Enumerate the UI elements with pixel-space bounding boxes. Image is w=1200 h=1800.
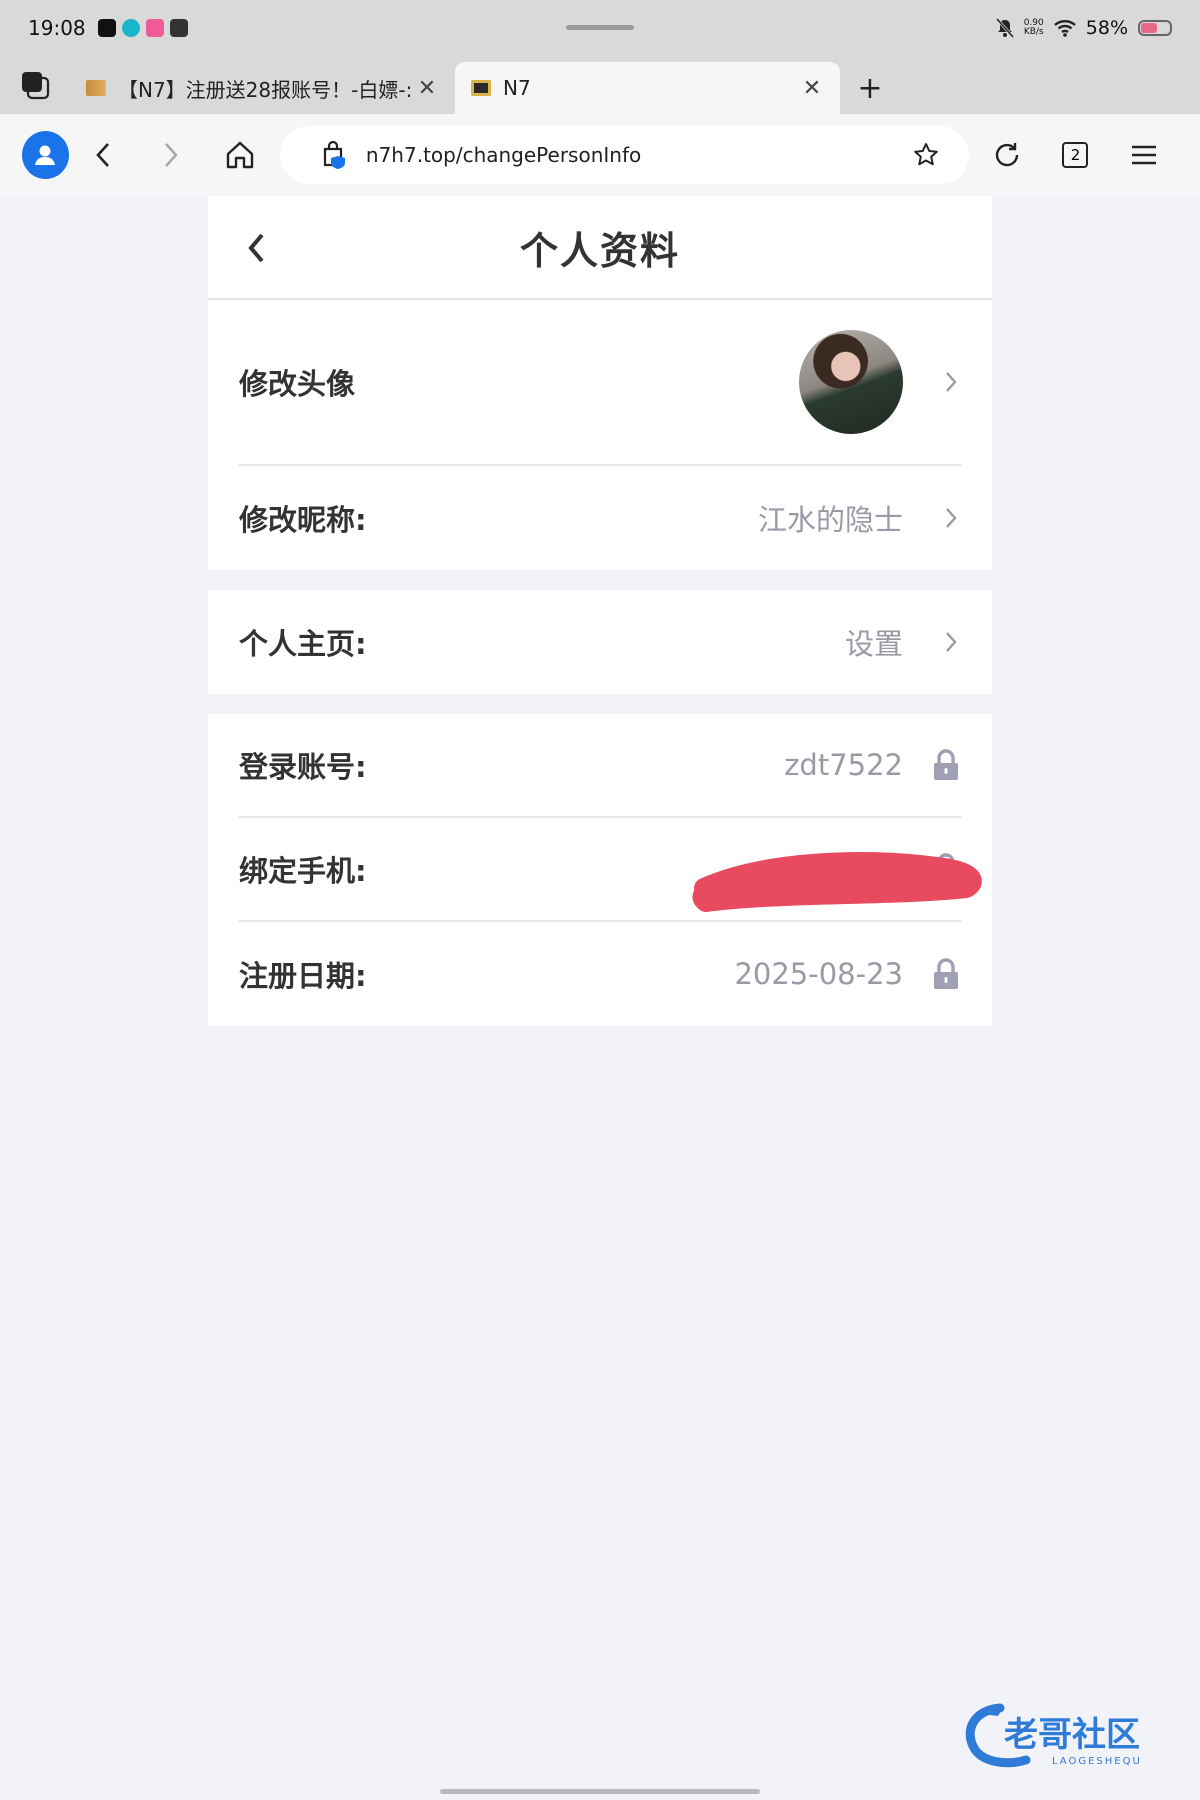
reload-icon — [995, 143, 1019, 167]
tab-close-icon[interactable]: ✕ — [415, 76, 439, 101]
row-label: 修改头像 — [239, 367, 356, 401]
tab-overview-icon — [22, 72, 50, 100]
row-label: 个人主页: — [239, 627, 367, 661]
plus-icon: + — [857, 70, 883, 106]
lock-icon — [931, 958, 961, 990]
svg-text:老哥社区: 老哥社区 — [1004, 1715, 1140, 1755]
network-speed: 0.90 KB/s — [1024, 19, 1044, 37]
page-header: 个人资料 — [208, 196, 992, 300]
row-label: 绑定手机: — [239, 854, 367, 888]
battery-percent: 58% — [1085, 17, 1128, 39]
login-account-row: 登录账号: zdt7522 — [239, 714, 961, 818]
forward-button[interactable] — [137, 125, 205, 185]
svg-text:LAOGESHEQU: LAOGESHEQU — [1052, 1756, 1142, 1767]
home-button[interactable] — [206, 125, 274, 185]
mute-bell-icon — [995, 18, 1014, 38]
chevron-right-icon — [941, 371, 961, 393]
lock-icon — [931, 749, 961, 781]
status-time: 19:08 — [28, 16, 86, 40]
profile-card-basic: 修改头像 修改昵称: 江水的隐士 — [208, 300, 992, 570]
chevron-right-icon — [165, 143, 179, 167]
register-date-row: 注册日期: 2025-08-23 — [239, 922, 961, 1026]
change-avatar-row[interactable]: 修改头像 — [239, 300, 961, 466]
wifi-icon — [1053, 20, 1076, 37]
homepage-value: 设置 — [844, 627, 903, 661]
browser-notification-icon — [121, 19, 140, 37]
tab-close-icon[interactable]: ✕ — [800, 76, 824, 101]
battery-fill — [1141, 23, 1158, 33]
row-label: 修改昵称: — [239, 503, 367, 537]
browser-toolbar: n7h7.top/changePersonInfo 2 — [0, 114, 1200, 196]
menu-button[interactable] — [1110, 125, 1178, 185]
security-shield-icon — [323, 140, 345, 169]
page-back-button[interactable] — [234, 226, 278, 270]
hamburger-menu-icon — [1131, 145, 1156, 165]
row-label: 注册日期: — [239, 959, 367, 993]
profile-card-homepage: 个人主页: 设置 — [208, 590, 992, 694]
address-bar[interactable]: n7h7.top/changePersonInfo — [279, 126, 969, 184]
reload-button[interactable] — [973, 125, 1041, 185]
tab-title: 【N7】注册送28报账号！-白嫖-: — [118, 77, 413, 102]
tab-count: 2 — [1062, 142, 1089, 168]
profile-page: 个人资料 修改头像 修改昵称: 江水的隐士 个人主页: 设置 登录账号: zdt… — [208, 196, 992, 1800]
video-app-notification-icon — [145, 19, 164, 37]
site-watermark-logo: 老哥社区 LAOGESHEQU — [965, 1703, 1142, 1768]
row-label: 登录账号: — [239, 750, 367, 784]
back-button[interactable] — [69, 125, 137, 185]
home-icon — [226, 141, 253, 169]
chevron-right-icon — [941, 507, 961, 529]
nickname-value: 江水的隐士 — [757, 503, 903, 537]
redaction-scribble — [692, 852, 982, 912]
register-date-value: 2025-08-23 — [734, 957, 903, 991]
site-favicon-icon — [86, 80, 106, 96]
site-favicon-icon — [471, 80, 491, 96]
multitask-grabber[interactable] — [566, 25, 634, 30]
home-indicator[interactable] — [440, 1789, 760, 1794]
tab-active[interactable]: N7 ✕ — [455, 62, 840, 114]
tabs-button[interactable]: 2 — [1041, 125, 1109, 185]
chevron-right-icon — [941, 631, 961, 653]
tab-title: N7 — [503, 76, 531, 100]
user-icon — [35, 145, 56, 165]
profile-button[interactable] — [22, 131, 69, 179]
chevron-left-icon — [96, 143, 110, 167]
tab-strip: 【N7】注册送28报账号！-白嫖-: ✕ N7 ✕ + — [0, 56, 1200, 114]
chevron-left-icon — [248, 233, 264, 263]
network-speed-unit: KB/s — [1023, 27, 1044, 37]
avatar[interactable] — [799, 330, 903, 434]
tool-app-notification-icon — [169, 19, 188, 37]
url-text: n7h7.top/changePersonInfo — [365, 143, 642, 167]
account-value: zdt7522 — [784, 748, 903, 782]
homepage-row[interactable]: 个人主页: 设置 — [239, 590, 961, 694]
battery-icon — [1138, 20, 1172, 36]
tab-inactive[interactable]: 【N7】注册送28报账号！-白嫖-: ✕ — [70, 62, 455, 114]
status-bar: 19:08 0.90 KB/s 58% — [0, 0, 1200, 56]
new-tab-button[interactable]: + — [840, 62, 900, 114]
page-title: 个人资料 — [519, 228, 680, 273]
app-notification-icon — [97, 19, 116, 37]
bookmark-star-icon[interactable] — [913, 142, 939, 168]
change-nickname-row[interactable]: 修改昵称: 江水的隐士 — [239, 466, 961, 570]
tab-overview-button[interactable] — [0, 56, 70, 114]
